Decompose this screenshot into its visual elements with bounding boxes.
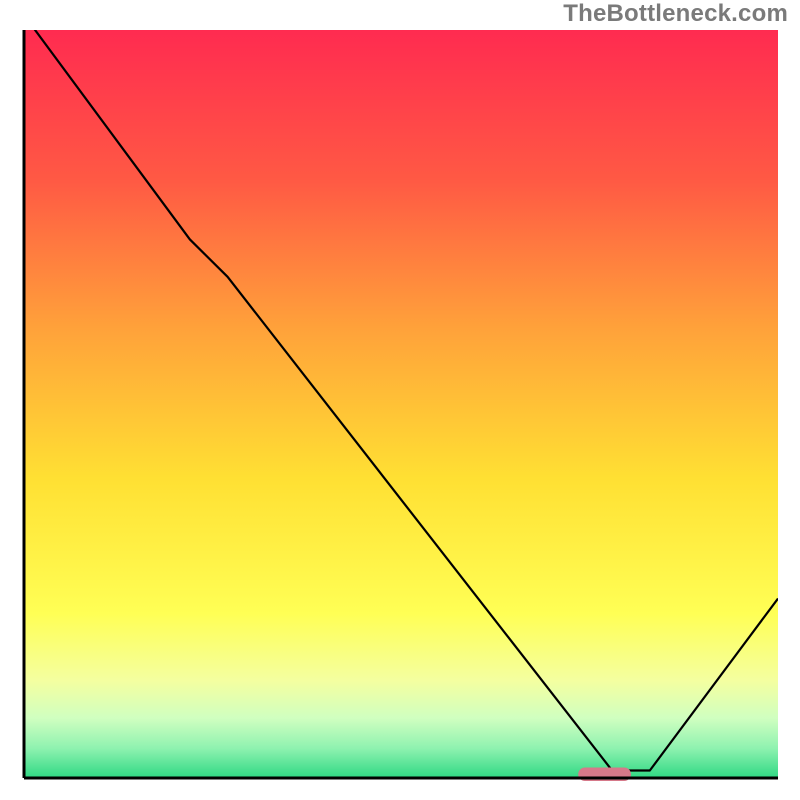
attribution-text: TheBottleneck.com [563, 0, 788, 28]
bottleneck-chart [0, 0, 800, 800]
chart-background [24, 30, 778, 778]
chart-container: TheBottleneck.com [0, 0, 800, 800]
